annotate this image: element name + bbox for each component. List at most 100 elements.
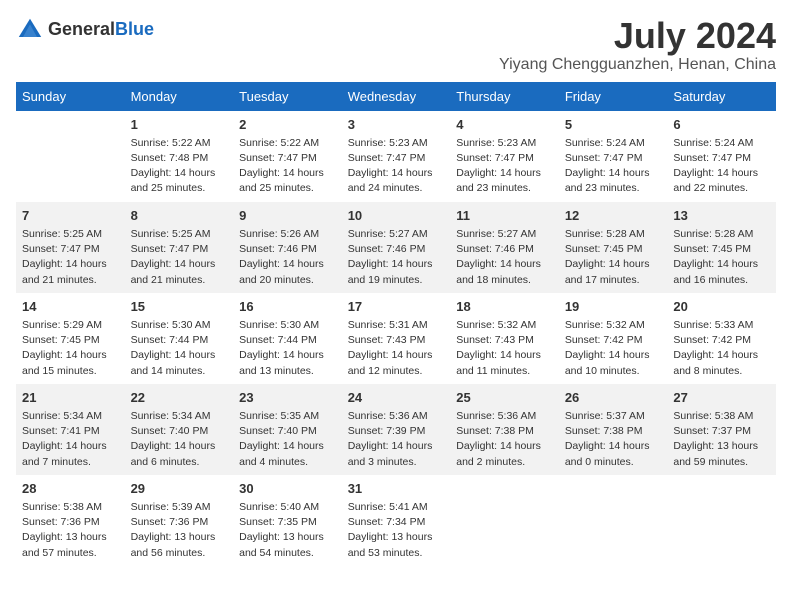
day-info: Sunrise: 5:30 AM Sunset: 7:44 PM Dayligh… [239, 318, 336, 379]
day-number: 31 [348, 480, 445, 498]
day-cell: 11 Sunrise: 5:27 AM Sunset: 7:46 PM Dayli… [450, 202, 559, 293]
day-number: 1 [131, 116, 228, 134]
day-info: Sunrise: 5:31 AM Sunset: 7:43 PM Dayligh… [348, 318, 445, 379]
day-cell: 3 Sunrise: 5:23 AM Sunset: 7:47 PM Daylig… [342, 111, 451, 202]
day-number: 13 [673, 207, 770, 225]
header-day: Sunday [16, 82, 125, 111]
day-number: 6 [673, 116, 770, 134]
day-info: Sunrise: 5:27 AM Sunset: 7:46 PM Dayligh… [348, 227, 445, 288]
day-cell: 8Sunrise: 5:25 AM Sunset: 7:47 PM Daylig… [125, 202, 234, 293]
day-info: Sunrise: 5:39 AM Sunset: 7:36 PM Dayligh… [131, 500, 228, 561]
logo: GeneralBlue [16, 16, 154, 44]
day-cell: 30 Sunrise: 5:40 AM Sunset: 7:35 PM Dayli… [233, 475, 342, 566]
day-info: Sunrise: 5:40 AM Sunset: 7:35 PM Dayligh… [239, 500, 336, 561]
day-info: Sunrise: 5:41 AM Sunset: 7:34 PM Dayligh… [348, 500, 445, 561]
week-row: 1 Sunrise: 5:22 AM Sunset: 7:48 PM Daylig… [16, 111, 776, 202]
header-day: Saturday [667, 82, 776, 111]
day-number: 25 [456, 389, 553, 407]
day-number: 29 [131, 480, 228, 498]
day-cell: 25Sunrise: 5:36 AM Sunset: 7:38 PM Dayli… [450, 384, 559, 475]
day-info: Sunrise: 5:28 AM Sunset: 7:45 PM Dayligh… [565, 227, 662, 288]
day-number: 5 [565, 116, 662, 134]
calendar-table: SundayMondayTuesdayWednesdayThursdayFrid… [16, 82, 776, 566]
week-row: 28 Sunrise: 5:38 AM Sunset: 7:36 PM Dayli… [16, 475, 776, 566]
calendar-header: SundayMondayTuesdayWednesdayThursdayFrid… [16, 82, 776, 111]
day-info: Sunrise: 5:23 AM Sunset: 7:47 PM Dayligh… [456, 136, 553, 197]
day-cell: 13Sunrise: 5:28 AM Sunset: 7:45 PM Dayli… [667, 202, 776, 293]
day-cell: 14 Sunrise: 5:29 AM Sunset: 7:45 PM Dayli… [16, 293, 125, 384]
day-info: Sunrise: 5:32 AM Sunset: 7:43 PM Dayligh… [456, 318, 553, 379]
day-cell: 18 Sunrise: 5:32 AM Sunset: 7:43 PM Dayli… [450, 293, 559, 384]
day-number: 16 [239, 298, 336, 316]
day-info: Sunrise: 5:29 AM Sunset: 7:45 PM Dayligh… [22, 318, 119, 379]
day-number: 11 [456, 207, 553, 225]
day-cell: 31 Sunrise: 5:41 AM Sunset: 7:34 PM Dayli… [342, 475, 451, 566]
day-cell: 15 Sunrise: 5:30 AM Sunset: 7:44 PM Dayli… [125, 293, 234, 384]
day-cell: 4Sunrise: 5:23 AM Sunset: 7:47 PM Daylig… [450, 111, 559, 202]
header-day: Tuesday [233, 82, 342, 111]
logo-general: GeneralBlue [48, 20, 154, 40]
logo-icon [16, 16, 44, 44]
day-cell: 23 Sunrise: 5:35 AM Sunset: 7:40 PM Dayli… [233, 384, 342, 475]
day-info: Sunrise: 5:23 AM Sunset: 7:47 PM Dayligh… [348, 136, 445, 197]
header-day: Monday [125, 82, 234, 111]
calendar-body: 1 Sunrise: 5:22 AM Sunset: 7:48 PM Daylig… [16, 111, 776, 566]
day-number: 30 [239, 480, 336, 498]
day-info: Sunrise: 5:34 AM Sunset: 7:41 PM Dayligh… [22, 409, 119, 470]
day-number: 19 [565, 298, 662, 316]
day-info: Sunrise: 5:22 AM Sunset: 7:48 PM Dayligh… [131, 136, 228, 197]
day-cell: 17 Sunrise: 5:31 AM Sunset: 7:43 PM Dayli… [342, 293, 451, 384]
day-number: 22 [131, 389, 228, 407]
day-info: Sunrise: 5:27 AM Sunset: 7:46 PM Dayligh… [456, 227, 553, 288]
day-number: 20 [673, 298, 770, 316]
day-number: 15 [131, 298, 228, 316]
day-cell: 29 Sunrise: 5:39 AM Sunset: 7:36 PM Dayli… [125, 475, 234, 566]
day-cell: 6 Sunrise: 5:24 AM Sunset: 7:47 PM Daylig… [667, 111, 776, 202]
day-number: 23 [239, 389, 336, 407]
day-info: Sunrise: 5:37 AM Sunset: 7:38 PM Dayligh… [565, 409, 662, 470]
header: GeneralBlue July 2024 Yiyang Chengguanzh… [16, 16, 776, 74]
day-cell: 9 Sunrise: 5:26 AM Sunset: 7:46 PM Daylig… [233, 202, 342, 293]
day-cell [450, 475, 559, 566]
day-info: Sunrise: 5:26 AM Sunset: 7:46 PM Dayligh… [239, 227, 336, 288]
day-info: Sunrise: 5:32 AM Sunset: 7:42 PM Dayligh… [565, 318, 662, 379]
day-number: 18 [456, 298, 553, 316]
day-number: 24 [348, 389, 445, 407]
week-row: 14 Sunrise: 5:29 AM Sunset: 7:45 PM Dayli… [16, 293, 776, 384]
month-title: July 2024 [499, 16, 776, 56]
day-number: 12 [565, 207, 662, 225]
day-number: 27 [673, 389, 770, 407]
day-number: 10 [348, 207, 445, 225]
day-number: 8 [131, 207, 228, 225]
day-info: Sunrise: 5:38 AM Sunset: 7:36 PM Dayligh… [22, 500, 119, 561]
day-info: Sunrise: 5:24 AM Sunset: 7:47 PM Dayligh… [673, 136, 770, 197]
location-title: Yiyang Chengguanzhen, Henan, China [499, 56, 776, 74]
day-number: 21 [22, 389, 119, 407]
day-number: 17 [348, 298, 445, 316]
day-info: Sunrise: 5:36 AM Sunset: 7:39 PM Dayligh… [348, 409, 445, 470]
day-info: Sunrise: 5:35 AM Sunset: 7:40 PM Dayligh… [239, 409, 336, 470]
day-cell [16, 111, 125, 202]
day-info: Sunrise: 5:24 AM Sunset: 7:47 PM Dayligh… [565, 136, 662, 197]
day-info: Sunrise: 5:22 AM Sunset: 7:47 PM Dayligh… [239, 136, 336, 197]
day-number: 28 [22, 480, 119, 498]
week-row: 21 Sunrise: 5:34 AM Sunset: 7:41 PM Dayli… [16, 384, 776, 475]
day-cell [559, 475, 668, 566]
day-cell: 26Sunrise: 5:37 AM Sunset: 7:38 PM Dayli… [559, 384, 668, 475]
day-cell: 20Sunrise: 5:33 AM Sunset: 7:42 PM Dayli… [667, 293, 776, 384]
day-number: 9 [239, 207, 336, 225]
day-cell: 12 Sunrise: 5:28 AM Sunset: 7:45 PM Dayli… [559, 202, 668, 293]
day-cell: 7Sunrise: 5:25 AM Sunset: 7:47 PM Daylig… [16, 202, 125, 293]
day-cell: 1 Sunrise: 5:22 AM Sunset: 7:48 PM Daylig… [125, 111, 234, 202]
day-number: 3 [348, 116, 445, 134]
day-number: 2 [239, 116, 336, 134]
day-info: Sunrise: 5:38 AM Sunset: 7:37 PM Dayligh… [673, 409, 770, 470]
day-cell: 21 Sunrise: 5:34 AM Sunset: 7:41 PM Dayli… [16, 384, 125, 475]
day-cell: 24 Sunrise: 5:36 AM Sunset: 7:39 PM Dayli… [342, 384, 451, 475]
day-cell: 28 Sunrise: 5:38 AM Sunset: 7:36 PM Dayli… [16, 475, 125, 566]
day-info: Sunrise: 5:30 AM Sunset: 7:44 PM Dayligh… [131, 318, 228, 379]
day-cell [667, 475, 776, 566]
week-row: 7Sunrise: 5:25 AM Sunset: 7:47 PM Daylig… [16, 202, 776, 293]
day-number: 14 [22, 298, 119, 316]
day-cell: 2 Sunrise: 5:22 AM Sunset: 7:47 PM Daylig… [233, 111, 342, 202]
